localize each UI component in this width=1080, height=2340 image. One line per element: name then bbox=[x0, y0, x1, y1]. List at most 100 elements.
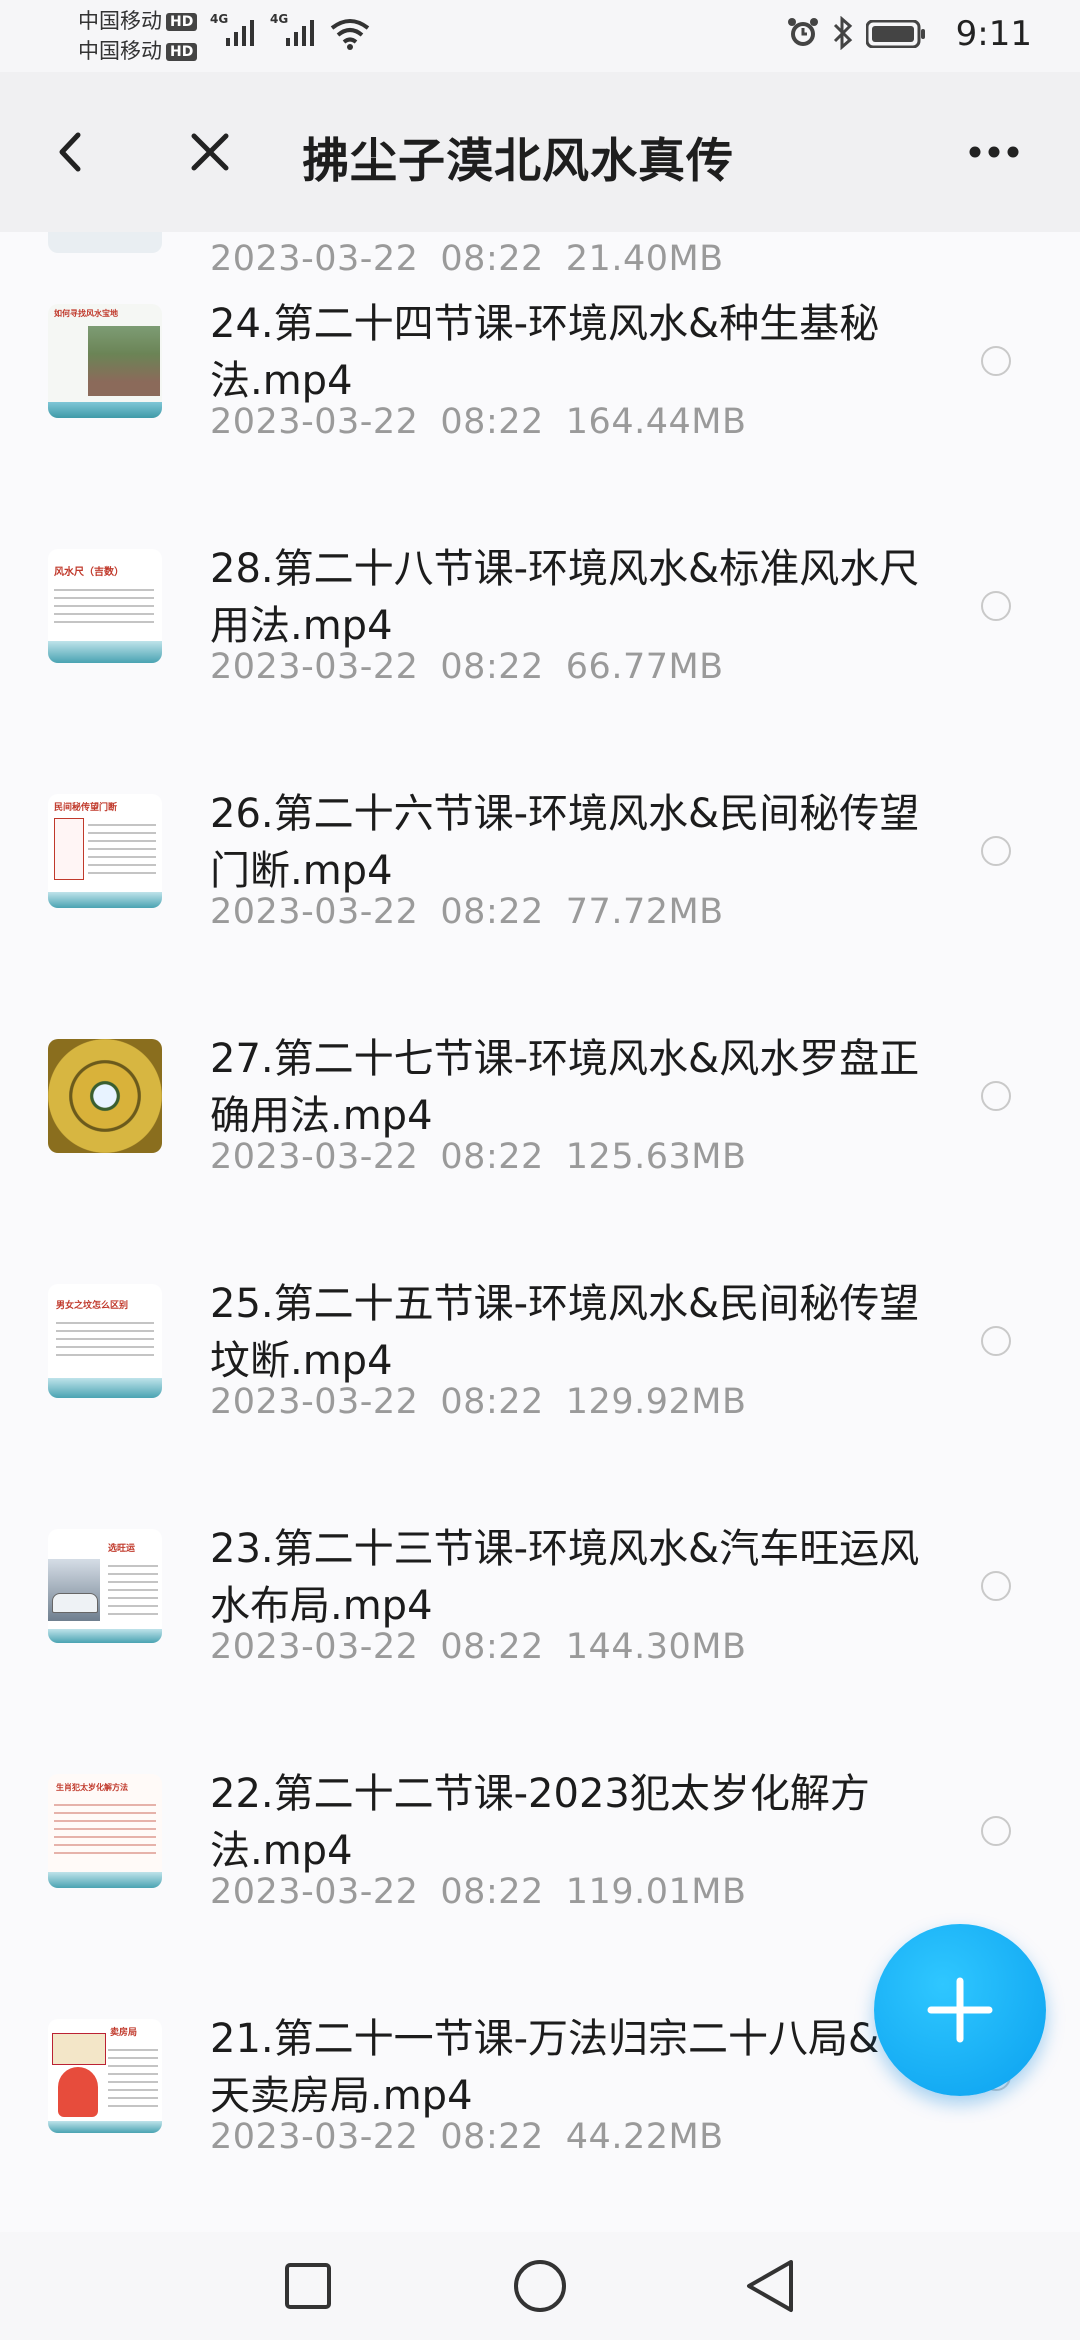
home-button[interactable] bbox=[504, 2250, 576, 2322]
file-size: 129.92MB bbox=[565, 1382, 747, 1422]
file-time: 08:22 bbox=[440, 892, 544, 932]
thumbnail-caption: 选旺运 bbox=[108, 1544, 136, 1554]
carrier-1: 中国移动 HD bbox=[78, 8, 198, 34]
file-name: 28.第二十八节课-环境风水&标准风水尺用法.mp4 bbox=[210, 546, 920, 649]
list-item[interactable]: 男女之坟怎么区别 25.第二十五节课-环境风水&民间秘传望坟断.mp4 2023… bbox=[0, 1281, 1080, 1529]
clock: 9:11 bbox=[955, 14, 1032, 54]
add-button[interactable] bbox=[874, 1924, 1046, 2096]
file-thumbnail bbox=[48, 1039, 162, 1153]
more-button[interactable] bbox=[954, 112, 1034, 192]
file-size: 21.40MB bbox=[565, 239, 724, 279]
list-item[interactable]: 如何寻找风水宝地 24.第二十四节课-环境风水&种生基秘法.mp4 2023-0… bbox=[0, 301, 1080, 549]
file-name: 22.第二十二节课-2023犯太岁化解方法.mp4 bbox=[210, 1771, 870, 1874]
wifi-icon bbox=[330, 19, 370, 50]
hd-badge: HD bbox=[166, 13, 198, 31]
select-radio[interactable] bbox=[981, 1571, 1011, 1601]
file-date: 2023-03-22 bbox=[210, 402, 419, 442]
file-meta: 2023-03-22 08:22 66.77MB bbox=[210, 647, 724, 687]
close-icon bbox=[191, 133, 229, 171]
file-time: 08:22 bbox=[440, 647, 544, 687]
carrier-1-label: 中国移动 bbox=[78, 9, 162, 33]
list-item[interactable]: 民间秘传望门断 26.第二十六节课-环境风水&民间秘传望门断.mp4 2023-… bbox=[0, 791, 1080, 1039]
file-meta: 2023-03-22 08:22 119.01MB bbox=[210, 1872, 746, 1912]
hd-badge: HD bbox=[166, 43, 198, 61]
carrier-2: 中国移动 HD bbox=[78, 38, 198, 64]
file-name: 26.第二十六节课-环境风水&民间秘传望门断.mp4 bbox=[210, 791, 920, 894]
file-date: 2023-03-22 bbox=[210, 647, 419, 687]
select-radio[interactable] bbox=[981, 1081, 1011, 1111]
list-item[interactable]: 27.第二十七节课-环境风水&风水罗盘正确用法.mp4 2023-03-22 08… bbox=[0, 1036, 1080, 1284]
alarm-icon bbox=[788, 18, 818, 46]
list-item[interactable]: 风水尺（吉数） 28.第二十八节课-环境风水&标准风水尺用法.mp4 2023-… bbox=[0, 546, 1080, 794]
file-thumbnail: 选旺运 bbox=[48, 1529, 162, 1643]
file-date: 2023-03-22 bbox=[210, 2117, 419, 2157]
recents-button[interactable] bbox=[272, 2250, 344, 2322]
thumbnail-caption: 风水尺（吉数） bbox=[54, 567, 124, 578]
file-meta: 2023-03-22 08:22 44.22MB bbox=[210, 2117, 724, 2157]
thumbnail-caption: 生肖犯太岁化解方法 bbox=[56, 1783, 128, 1792]
file-size: 44.22MB bbox=[565, 2117, 724, 2157]
file-size: 144.30MB bbox=[565, 1627, 747, 1667]
file-thumbnail: 民间秘传望门断 bbox=[48, 794, 162, 908]
file-list: 2023-03-22 08:22 21.40MB 如何寻找风水宝地 24.第二十四节… bbox=[0, 232, 1080, 2232]
file-name: 24.第二十四节课-环境风水&种生基秘法.mp4 bbox=[210, 301, 880, 404]
file-date: 2023-03-22 bbox=[210, 1382, 419, 1422]
file-thumbnail: 如何寻找风水宝地 bbox=[48, 304, 162, 418]
file-date: 2023-03-22 bbox=[210, 1627, 419, 1667]
file-meta: 2023-03-22 08:22 144.30MB bbox=[210, 1627, 746, 1667]
file-thumbnail: 风水尺（吉数） bbox=[48, 549, 162, 663]
status-bar: 中国移动 HD 中国移动 HD 4G 4G 9:11 bbox=[0, 0, 1080, 72]
list-item[interactable]: 2023-03-22 08:22 21.40MB bbox=[0, 232, 1080, 304]
file-time: 08:22 bbox=[440, 402, 544, 442]
plus-icon bbox=[927, 1977, 993, 2043]
back-button[interactable] bbox=[30, 112, 110, 192]
app-header: 拂尘子漠北风水真传 bbox=[0, 72, 1080, 232]
select-radio[interactable] bbox=[981, 836, 1011, 866]
more-icon bbox=[969, 146, 1019, 158]
file-date: 2023-03-22 bbox=[210, 239, 419, 279]
file-meta: 2023-03-22 08:22 129.92MB bbox=[210, 1382, 746, 1422]
file-time: 08:22 bbox=[440, 1137, 544, 1177]
system-nav-bar bbox=[0, 2232, 1080, 2340]
file-thumbnail: 卖房局 bbox=[48, 2019, 162, 2133]
file-date: 2023-03-22 bbox=[210, 1872, 419, 1912]
file-meta: 2023-03-22 08:22 125.63MB bbox=[210, 1137, 746, 1177]
thumbnail-caption: 卖房局 bbox=[110, 2028, 138, 2038]
file-name: 25.第二十五节课-环境风水&民间秘传望坟断.mp4 bbox=[210, 1281, 920, 1384]
file-date: 2023-03-22 bbox=[210, 1137, 419, 1177]
file-name: 21.第二十一节课-万法归宗二十八局&七天卖房局.mp4 bbox=[210, 2016, 920, 2119]
select-radio[interactable] bbox=[981, 346, 1011, 376]
file-size: 66.77MB bbox=[565, 647, 724, 687]
circle-home-icon bbox=[514, 2260, 566, 2312]
bluetooth-icon bbox=[833, 16, 853, 50]
file-size: 125.63MB bbox=[565, 1137, 747, 1177]
file-size: 119.01MB bbox=[565, 1872, 747, 1912]
carrier-2-label: 中国移动 bbox=[78, 39, 162, 63]
page-title: 拂尘子漠北风水真传 bbox=[302, 134, 734, 189]
thumbnail-caption: 如何寻找风水宝地 bbox=[54, 309, 118, 318]
select-radio[interactable] bbox=[981, 1326, 1011, 1356]
file-time: 08:22 bbox=[440, 1382, 544, 1422]
back-arrow-icon bbox=[59, 132, 81, 172]
file-meta: 2023-03-22 08:22 164.44MB bbox=[210, 402, 746, 442]
file-date: 2023-03-22 bbox=[210, 892, 419, 932]
square-recent-icon bbox=[285, 2263, 331, 2309]
file-meta: 2023-03-22 08:22 77.72MB bbox=[210, 892, 724, 932]
file-thumbnail: 生肖犯太岁化解方法 bbox=[48, 1774, 162, 1888]
file-name: 23.第二十三节课-环境风水&汽车旺运风水布局.mp4 bbox=[210, 1526, 920, 1629]
file-name: 27.第二十七节课-环境风水&风水罗盘正确用法.mp4 bbox=[210, 1036, 920, 1139]
file-time: 08:22 bbox=[440, 239, 544, 279]
file-time: 08:22 bbox=[440, 1872, 544, 1912]
file-size: 77.72MB bbox=[565, 892, 724, 932]
file-thumbnail bbox=[48, 232, 162, 253]
thumbnail-caption: 男女之坟怎么区别 bbox=[56, 1301, 129, 1311]
select-radio[interactable] bbox=[981, 591, 1011, 621]
file-size: 164.44MB bbox=[565, 402, 747, 442]
select-radio[interactable] bbox=[981, 1816, 1011, 1846]
battery-icon bbox=[866, 20, 925, 48]
triangle-back-icon bbox=[747, 2260, 793, 2312]
file-time: 08:22 bbox=[440, 2117, 544, 2157]
back-nav-button[interactable] bbox=[734, 2250, 806, 2322]
close-button[interactable] bbox=[170, 112, 250, 192]
list-item[interactable]: 选旺运 23.第二十三节课-环境风水&汽车旺运风水布局.mp4 2023-03-… bbox=[0, 1526, 1080, 1774]
